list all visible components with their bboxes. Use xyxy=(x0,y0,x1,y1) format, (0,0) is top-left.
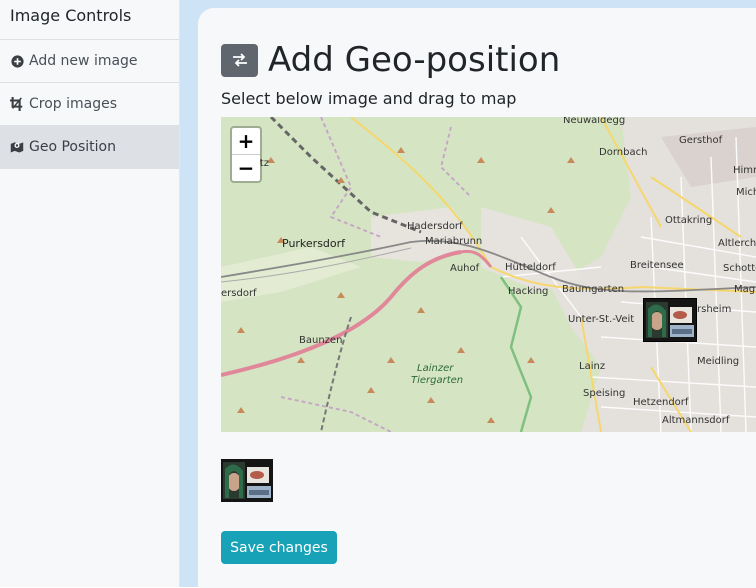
sidebar-item-label: Crop images xyxy=(29,96,118,112)
zoom-in-button[interactable]: + xyxy=(232,128,260,154)
page-subtitle: Select below image and drag to map xyxy=(221,89,517,108)
zoom-out-button[interactable]: − xyxy=(232,154,260,181)
map-label: Mag xyxy=(734,284,756,295)
map-label: Speising xyxy=(583,388,626,399)
sidebar: Image Controls Add new image Crop images… xyxy=(0,0,180,587)
map-label: Baumgarten xyxy=(562,284,625,295)
map-label: Hetzendorf xyxy=(633,397,689,408)
map-label: Baunzen xyxy=(299,335,343,346)
map-label: ersdorf xyxy=(221,288,257,299)
map-label: Unter-St.-Veit xyxy=(568,314,635,325)
page-heading: Add Geo-position xyxy=(221,38,560,82)
map-label: Mich xyxy=(736,187,756,198)
map-label: Purkersdorf xyxy=(282,237,346,250)
map-marker-icon xyxy=(10,140,24,154)
map-label: Breitensee xyxy=(630,260,684,271)
map-label: Hadersdorf xyxy=(407,221,463,232)
map-label: Lainzer xyxy=(417,363,454,374)
plus-circle-icon xyxy=(10,54,24,68)
map-label: Dornbach xyxy=(599,147,648,158)
map-label: Altlerch xyxy=(718,238,756,249)
crop-icon xyxy=(10,97,24,111)
map-label: Schotte xyxy=(723,263,756,274)
sidebar-item-add-new-image[interactable]: Add new image xyxy=(0,40,179,83)
marker-image xyxy=(644,299,696,341)
map-label: Hacking xyxy=(508,286,549,297)
map-label: Auhof xyxy=(450,263,480,274)
sidebar-item-crop-images[interactable]: Crop images xyxy=(0,83,179,126)
map-label: Lainz xyxy=(579,361,606,372)
map-label: Mariabrunn xyxy=(425,236,483,247)
map-label: Gersthof xyxy=(679,135,723,146)
map-label: Ottakring xyxy=(665,215,713,226)
image-marker[interactable] xyxy=(643,298,697,342)
map-label: Himr xyxy=(733,165,756,176)
swap-button[interactable] xyxy=(221,43,258,77)
map-label: Tiergarten xyxy=(411,375,464,386)
sidebar-title: Image Controls xyxy=(0,0,179,40)
map-label: Meidling xyxy=(697,356,740,367)
sidebar-item-label: Geo Position xyxy=(29,139,116,155)
draggable-image-thumbnail[interactable] xyxy=(221,459,273,502)
zoom-control: + − xyxy=(230,126,262,183)
sidebar-item-label: Add new image xyxy=(29,53,138,69)
thumbnail-image xyxy=(221,459,273,502)
page-title: Add Geo-position xyxy=(268,40,561,80)
save-button[interactable]: Save changes xyxy=(221,531,337,564)
map-tiles xyxy=(221,117,756,432)
map-label: Neuwaldegg xyxy=(563,117,626,126)
sidebar-item-geo-position[interactable]: Geo Position xyxy=(0,126,179,169)
map-label: Altmannsdorf xyxy=(662,415,730,426)
map-label: Hütteldorf xyxy=(505,262,556,273)
map-label: rsheim xyxy=(697,304,732,315)
swap-arrows-icon xyxy=(232,53,247,67)
map[interactable]: Neuwaldegg Gersthof Dornbach Himr Mich i… xyxy=(221,117,756,432)
